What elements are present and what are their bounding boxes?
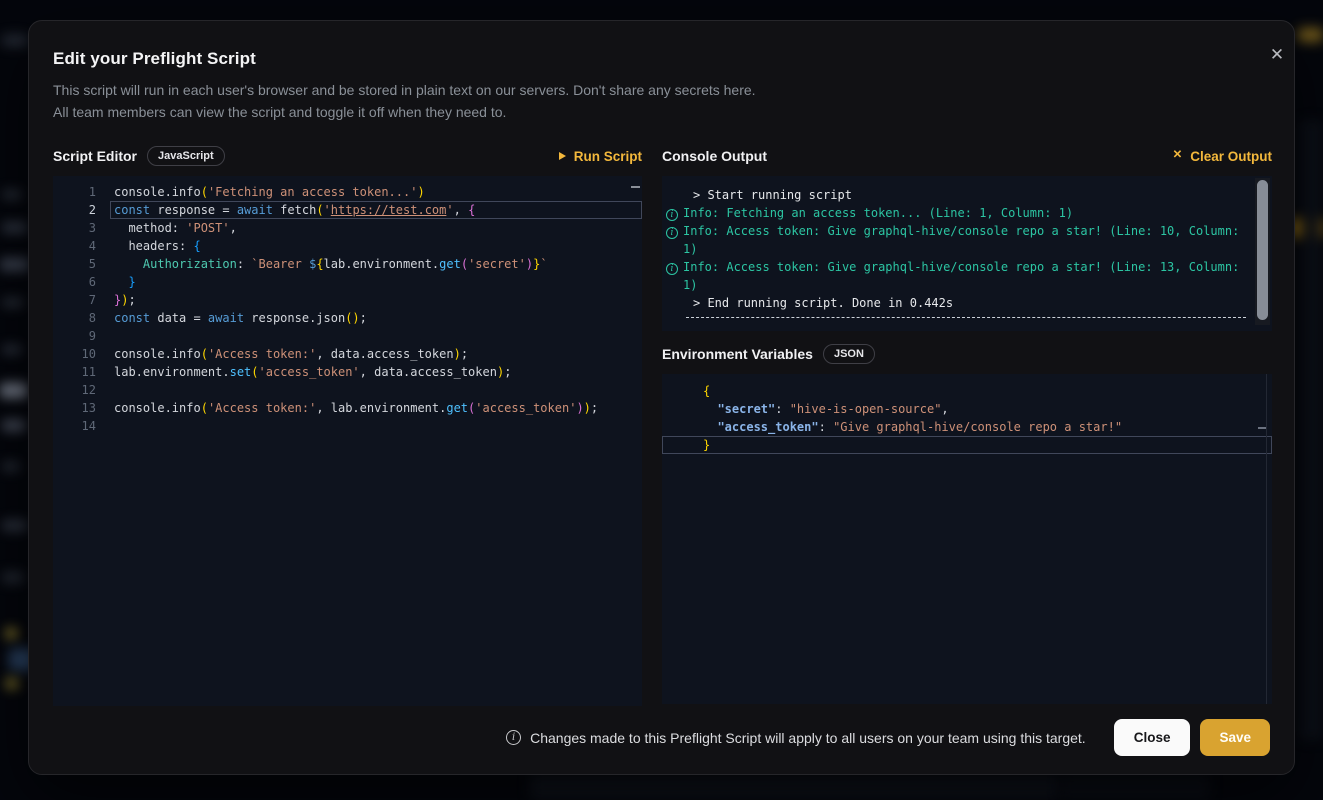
preflight-script-modal: ✕ Edit your Preflight Script This script… [28, 20, 1295, 775]
close-button[interactable]: Close [1114, 719, 1191, 756]
console-line: iInfo: Fetching an access token... (Line… [665, 204, 1246, 222]
env-overview-mark [1258, 427, 1266, 429]
environment-variables-heading: Environment Variables [662, 346, 813, 362]
icon-slot [665, 294, 683, 312]
console-message: > Start running script [683, 186, 1246, 204]
console-scrollbar[interactable] [1255, 178, 1270, 325]
info-circle-icon: i [665, 222, 683, 258]
console-line: > Start running script [665, 186, 1246, 204]
json-badge: JSON [823, 344, 875, 364]
right-column: Console Output ✕ Clear Output > Start ru… [662, 144, 1272, 704]
script-editor-section: Script Editor JavaScript Run Script 1con… [53, 144, 642, 706]
footer-notice-text: Changes made to this Preflight Script wi… [530, 730, 1086, 746]
line-number: 9 [53, 327, 96, 345]
code-line[interactable]: 8const data = await response.json(); [53, 309, 642, 327]
code-line[interactable]: 10console.info('Access token:', data.acc… [53, 345, 642, 363]
environment-variables-editor[interactable]: { "secret": "hive-is-open-source", "acce… [662, 374, 1272, 704]
modal-description: This script will run in each user's brow… [53, 79, 756, 123]
console-message: Info: Access token: Give graphql-hive/co… [683, 222, 1246, 258]
line-number: 13 [53, 399, 96, 417]
code-line[interactable]: 12 [53, 381, 642, 399]
run-script-label: Run Script [574, 149, 642, 164]
line-number: 2 [53, 201, 96, 219]
line-number: 6 [53, 273, 96, 291]
modal-title: Edit your Preflight Script [53, 49, 256, 69]
console-scrollbar-thumb[interactable] [1257, 180, 1268, 320]
env-editor-ruler [1266, 374, 1267, 704]
close-icon[interactable]: ✕ [1265, 43, 1289, 67]
language-badge: JavaScript [147, 146, 225, 166]
code-line[interactable]: { [662, 382, 1272, 400]
console-message: Info: Access token: Give graphql-hive/co… [683, 258, 1246, 294]
line-number: 11 [53, 363, 96, 381]
line-number: 1 [53, 183, 96, 201]
console-message: Info: Fetching an access token... (Line:… [683, 204, 1246, 222]
overview-ruler-mark [631, 186, 640, 188]
footer-notice: i Changes made to this Preflight Script … [506, 730, 1086, 746]
script-code-editor[interactable]: 1console.info('Fetching an access token.… [53, 176, 642, 706]
clear-output-button[interactable]: ✕ Clear Output [1173, 149, 1272, 164]
line-number: 14 [53, 417, 96, 435]
code-line[interactable]: "secret": "hive-is-open-source", [662, 400, 1272, 418]
play-icon [559, 152, 566, 160]
info-circle-icon: i [665, 258, 683, 294]
code-line[interactable]: } [662, 436, 1272, 454]
console-message: > End running script. Done in 0.442s [683, 294, 1246, 312]
console-separator [686, 317, 1246, 318]
line-number: 7 [53, 291, 96, 309]
code-line[interactable]: 11lab.environment.set('access_token', da… [53, 363, 642, 381]
code-line[interactable]: 4 headers: { [53, 237, 642, 255]
description-line-1: This script will run in each user's brow… [53, 79, 756, 101]
clear-output-label: Clear Output [1190, 149, 1272, 164]
code-line[interactable]: 1console.info('Fetching an access token.… [53, 183, 642, 201]
console-output-panel: > Start running scriptiInfo: Fetching an… [662, 176, 1272, 331]
modal-footer: i Changes made to this Preflight Script … [53, 719, 1270, 756]
clear-icon: ✕ [1173, 150, 1183, 162]
code-line[interactable]: 2const response = await fetch('https://t… [53, 201, 642, 219]
info-icon: i [506, 730, 521, 745]
code-line[interactable]: 6 } [53, 273, 642, 291]
console-line: > End running script. Done in 0.442s [665, 294, 1246, 312]
code-line[interactable]: 7}); [53, 291, 642, 309]
code-line[interactable]: 3 method: 'POST', [53, 219, 642, 237]
run-script-button[interactable]: Run Script [559, 149, 642, 164]
console-line: iInfo: Access token: Give graphql-hive/c… [665, 222, 1246, 258]
line-number: 5 [53, 255, 96, 273]
description-line-2: All team members can view the script and… [53, 101, 756, 123]
icon-slot [665, 186, 683, 204]
line-number: 3 [53, 219, 96, 237]
line-number: 10 [53, 345, 96, 363]
code-line[interactable]: "access_token": "Give graphql-hive/conso… [662, 418, 1272, 436]
code-line[interactable]: 14 [53, 417, 642, 435]
line-number: 12 [53, 381, 96, 399]
console-line: iInfo: Access token: Give graphql-hive/c… [665, 258, 1246, 294]
line-number: 4 [53, 237, 96, 255]
info-circle-icon: i [665, 204, 683, 222]
line-number: 8 [53, 309, 96, 327]
code-line[interactable]: 9 [53, 327, 642, 345]
script-editor-heading: Script Editor [53, 148, 137, 164]
code-line[interactable]: 13console.info('Access token:', lab.envi… [53, 399, 642, 417]
code-line[interactable]: 5 Authorization: `Bearer ${lab.environme… [53, 255, 642, 273]
console-output-heading: Console Output [662, 148, 767, 164]
save-button[interactable]: Save [1200, 719, 1270, 756]
